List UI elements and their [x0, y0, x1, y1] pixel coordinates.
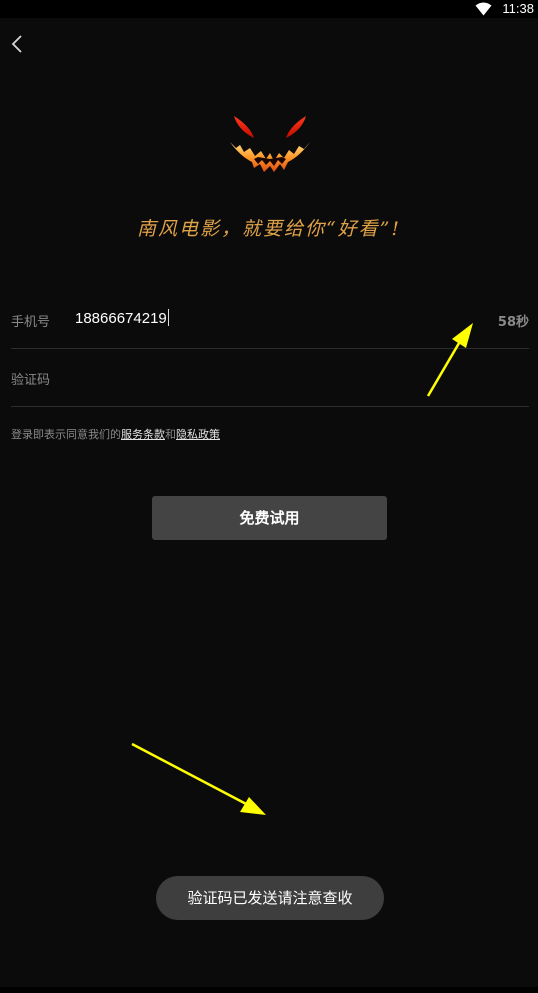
agreement-conjunction: 和 — [165, 428, 176, 441]
phone-input[interactable]: 18866674219 — [75, 309, 169, 327]
phone-input-value: 18866674219 — [75, 310, 167, 327]
wifi-icon — [475, 2, 492, 16]
toast-message: 验证码已发送请注意查收 — [156, 876, 384, 920]
phone-label: 手机号 — [11, 315, 51, 330]
phone-row: 手机号 18866674219 58秒 — [11, 291, 529, 349]
free-trial-button[interactable]: 免费试用 — [152, 496, 387, 540]
agreement-prefix: 登录即表示同意我们的 — [11, 428, 121, 441]
status-bar: 11:38 — [0, 0, 538, 18]
privacy-link[interactable]: 隐私政策 — [176, 428, 220, 441]
back-button[interactable] — [6, 32, 30, 56]
code-input[interactable]: 验证码 — [11, 369, 50, 388]
countdown-button[interactable]: 58秒 — [498, 311, 529, 330]
status-time: 11:38 — [502, 1, 534, 16]
text-cursor — [167, 309, 169, 326]
slogan-text: 南风电影，就要给你“好看”! — [136, 218, 402, 240]
agreement-text: 登录即表示同意我们的服务条款和隐私政策 — [11, 426, 220, 442]
terms-link[interactable]: 服务条款 — [121, 428, 165, 441]
navigation-bar — [0, 987, 538, 993]
chevron-left-icon — [11, 35, 22, 53]
code-row: 验证码 — [11, 349, 529, 407]
annotation-arrow-toast — [131, 742, 266, 815]
pumpkin-face-logo — [230, 116, 310, 172]
